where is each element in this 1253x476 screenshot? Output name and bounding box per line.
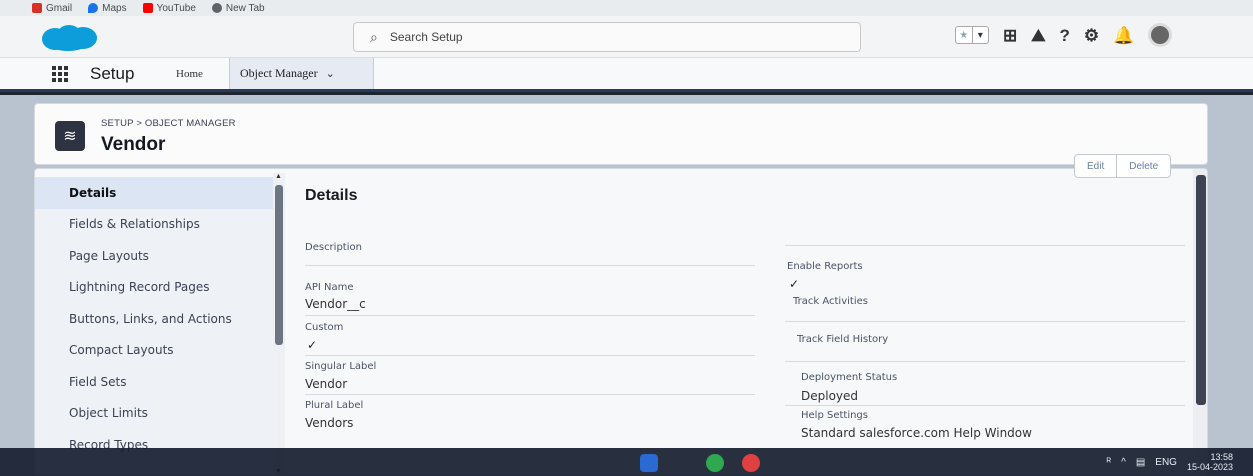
sidebar-item-field-sets[interactable]: Field Sets (35, 366, 275, 398)
bookmark-label: Maps (102, 2, 127, 14)
deployment-status-label: Deployment Status (801, 372, 898, 383)
gmail-icon (32, 3, 42, 13)
app-name: Setup (90, 64, 135, 83)
divider (305, 265, 755, 266)
add-icon[interactable]: ⊞ (1003, 27, 1017, 44)
language-indicator[interactable]: ENG (1155, 457, 1177, 468)
breadcrumb[interactable]: SETUP > OBJECT MANAGER (101, 118, 236, 129)
chevron-down-icon[interactable]: ▾ (971, 27, 989, 43)
plural-label-label: Plural Label (305, 400, 364, 411)
search-input[interactable]: ⌕ Search Setup (353, 22, 861, 52)
bell-icon[interactable]: 🔔 (1113, 27, 1134, 44)
track-field-history-label: Track Field History (797, 334, 889, 345)
singular-label-value: Vendor (305, 377, 348, 391)
tab-object-manager-label: Object Manager (240, 66, 318, 80)
plural-label-value: Vendors (305, 416, 354, 430)
favorites-button[interactable]: ★ ▾ (955, 26, 989, 44)
api-name-label: API Name (305, 282, 354, 293)
sidebar-item-buttons-links-actions[interactable]: Buttons, Links, and Actions (35, 303, 275, 335)
bookmarks-bar: Gmail Maps YouTube New Tab (0, 0, 1253, 16)
search-placeholder: Search Setup (389, 30, 463, 44)
content-scroll-thumb[interactable] (1196, 175, 1206, 405)
object-detail-card: Details Fields & Relationships Page Layo… (34, 168, 1208, 476)
sidebar-item-object-limits[interactable]: Object Limits (35, 398, 275, 430)
divider (785, 361, 1185, 362)
header-utilities: ★ ▾ ⊞ ⛰ ? ⚙ 🔔 (955, 20, 1173, 50)
help-settings-value: Standard salesforce.com Help Window (801, 426, 1032, 440)
bookmark-label: New Tab (225, 2, 265, 14)
sidebar-item-page-layouts[interactable]: Page Layouts (35, 240, 275, 272)
description-label: Description (305, 242, 362, 253)
bookmark-new-tab[interactable]: New Tab (211, 2, 265, 14)
network-icon[interactable]: ▤ (1136, 457, 1145, 468)
checkmark-icon: ✓ (307, 338, 318, 352)
chevron-up-icon[interactable]: ^ (1121, 457, 1126, 468)
tab-home[interactable]: Home (176, 68, 203, 80)
divider (305, 315, 755, 316)
star-icon[interactable]: ★ (956, 27, 972, 43)
api-name-value: Vendor__c (305, 297, 366, 311)
divider (305, 355, 755, 356)
salesforce-cloud-logo[interactable] (38, 24, 100, 52)
trailhead-icon[interactable]: ⛰ (1031, 27, 1045, 44)
edit-button[interactable]: Edit (1075, 155, 1116, 177)
people-icon[interactable]: ᴿ (1107, 457, 1112, 468)
delete-button[interactable]: Delete (1116, 155, 1170, 177)
gear-icon[interactable]: ⚙ (1084, 27, 1099, 44)
taskbar-app-icon[interactable] (706, 454, 724, 472)
os-taskbar: ᴿ ^ ▤ ENG 13:58 15-04-2023 (0, 448, 1253, 476)
system-tray: ᴿ ^ ▤ ENG 13:58 15-04-2023 (1107, 448, 1233, 476)
sidebar-item-lightning-record-pages[interactable]: Lightning Record Pages (35, 272, 275, 304)
divider (785, 405, 1185, 406)
clock-time: 13:58 (1210, 451, 1233, 462)
sidebar-scroll-thumb[interactable] (275, 185, 283, 345)
taskbar-app-icon[interactable] (742, 454, 760, 472)
taskbar-app-icon[interactable] (640, 454, 658, 472)
app-launcher-icon[interactable] (52, 66, 68, 82)
divider (785, 321, 1185, 322)
help-settings-label: Help Settings (801, 410, 868, 421)
bookmark-label: YouTube (156, 2, 196, 14)
object-header: ≋ SETUP > OBJECT MANAGER Vendor (34, 103, 1208, 165)
deployment-status-value: Deployed (801, 389, 859, 403)
scroll-up-icon[interactable]: ▲ (275, 173, 282, 180)
sidebar-scrollbar[interactable]: ▲ ▼ (273, 173, 285, 475)
sidebar-item-details[interactable]: Details (35, 177, 275, 209)
layers-icon: ≋ (55, 121, 85, 151)
maps-pin-icon (88, 3, 99, 13)
enable-reports-label: Enable Reports (787, 261, 863, 272)
object-sidebar: Details Fields & Relationships Page Layo… (35, 177, 275, 475)
youtube-icon (142, 3, 153, 13)
search-icon: ⌕ (370, 28, 378, 45)
clock-date: 15-04-2023 (1186, 462, 1233, 472)
app-navigation: Setup Home Object Manager ⌄ (0, 58, 1253, 92)
avatar[interactable] (1148, 23, 1173, 47)
global-header: ⌕ Search Setup ★ ▾ ⊞ ⛰ ? ⚙ 🔔 (0, 16, 1253, 58)
sidebar-item-compact-layouts[interactable]: Compact Layouts (35, 335, 275, 367)
content-scrollbar[interactable] (1193, 169, 1207, 475)
divider (305, 394, 755, 395)
record-actions: Edit Delete (1074, 154, 1172, 178)
help-icon[interactable]: ? (1060, 27, 1070, 44)
page-title: Vendor (101, 134, 166, 155)
clock[interactable]: 13:58 15-04-2023 (1187, 452, 1233, 473)
bookmark-gmail[interactable]: Gmail (32, 3, 72, 14)
checkmark-icon: ✓ (789, 277, 800, 291)
bookmark-label: Gmail (46, 2, 73, 14)
details-heading: Details (305, 187, 358, 204)
tab-object-manager[interactable]: Object Manager ⌄ (229, 58, 374, 89)
custom-label: Custom (305, 322, 344, 333)
bookmark-maps[interactable]: Maps (88, 2, 127, 14)
divider (785, 245, 1185, 246)
track-activities-label: Track Activities (793, 296, 868, 307)
globe-icon (211, 3, 222, 13)
bookmark-youtube[interactable]: YouTube (142, 2, 196, 14)
chevron-down-icon[interactable]: ⌄ (326, 67, 335, 80)
singular-label-label: Singular Label (305, 361, 377, 372)
sidebar-item-fields-relationships[interactable]: Fields & Relationships (35, 209, 275, 241)
